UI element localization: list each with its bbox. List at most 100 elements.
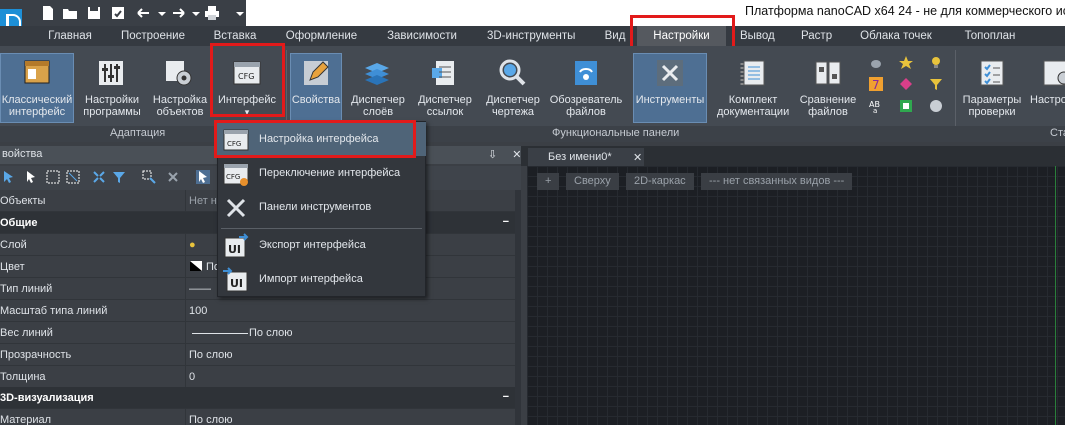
save-check-icon[interactable]: [110, 5, 126, 21]
file-compare-label[interactable]: Сравнение: [794, 94, 862, 106]
tab-point-clouds[interactable]: Облака точек: [858, 26, 934, 46]
property-row[interactable]: Вес линий По слою: [0, 322, 521, 344]
tab-topoplan[interactable]: Топоплан: [962, 26, 1018, 46]
check-params-label[interactable]: Параметры: [958, 94, 1026, 106]
close-tab-icon[interactable]: ✕: [633, 151, 642, 164]
property-value: Нет н: [189, 195, 217, 207]
drawing-manager-label[interactable]: Диспетчер: [481, 94, 545, 106]
svg-text:UI: UI: [228, 243, 241, 256]
program-settings-label[interactable]: Настройки: [78, 94, 146, 106]
color-swatch-icon: [190, 261, 202, 274]
property-value: 100: [189, 305, 208, 317]
save-icon[interactable]: [86, 5, 102, 21]
property-value: 0: [189, 371, 196, 383]
file-explorer-label[interactable]: Обозреватель: [548, 94, 624, 106]
layers-manager-label-2[interactable]: слоёв: [346, 106, 410, 118]
collapse-icon[interactable]: −: [503, 216, 509, 228]
dropdown-arrow-icon[interactable]: [188, 5, 200, 21]
check-params-icon: [977, 58, 1007, 88]
group-label-standards: Ста: [1050, 127, 1065, 139]
tab-construction[interactable]: Построение: [120, 26, 186, 46]
property-row[interactable]: Масштаб типа линий 100: [0, 300, 521, 322]
property-key: Слой: [0, 239, 27, 251]
property-value: По слою: [189, 414, 233, 425]
filter-icon[interactable]: [929, 77, 943, 91]
cursor-icon[interactable]: [24, 170, 38, 184]
object-settings-label[interactable]: Настройка: [150, 94, 210, 106]
classic-interface-icon: [22, 57, 52, 87]
object-settings-label-2[interactable]: объектов: [150, 106, 210, 118]
sphere-icon[interactable]: [929, 99, 943, 113]
documentation-set-label[interactable]: Комплект: [717, 94, 789, 106]
quick-select-icon[interactable]: [92, 170, 106, 184]
print-icon[interactable]: [204, 5, 220, 21]
tab-3d-tools[interactable]: 3D-инструменты: [487, 26, 575, 46]
svg-text:7: 7: [872, 78, 880, 91]
redo-icon[interactable]: [170, 5, 186, 21]
shapes-icon[interactable]: [899, 77, 913, 91]
tab-home[interactable]: Главная: [48, 26, 92, 46]
collapse-icon[interactable]: −: [503, 391, 509, 403]
drawing-manager-label-2[interactable]: чертежа: [481, 106, 545, 118]
property-category-3d[interactable]: 3D-визуализация −: [0, 387, 521, 409]
more-icon[interactable]: [232, 5, 244, 21]
tab-design[interactable]: Оформление: [285, 26, 358, 46]
tab-output[interactable]: Вывод: [740, 26, 775, 46]
drawing-canvas[interactable]: [527, 166, 1065, 425]
file-compare-label-2[interactable]: файлов: [794, 106, 862, 118]
tab-constraints[interactable]: Зависимости: [387, 26, 457, 46]
group-select-icon[interactable]: [142, 170, 156, 184]
svg-text:UI: UI: [230, 277, 243, 290]
highlight-interface-button: [210, 43, 285, 117]
undo-icon[interactable]: [136, 5, 152, 21]
star-icon[interactable]: [899, 55, 913, 69]
toggle-pickadd-icon[interactable]: [196, 170, 210, 184]
crossing-select-icon[interactable]: [66, 170, 80, 184]
filter-select-icon[interactable]: [112, 170, 126, 184]
new-file-icon[interactable]: [40, 5, 56, 21]
teapot-icon[interactable]: [869, 55, 883, 69]
property-row[interactable]: Толщина 0: [0, 366, 521, 388]
settings-icon: [1042, 58, 1065, 88]
font-ab-icon[interactable]: AB a: [869, 99, 883, 115]
view-top-button[interactable]: Сверху: [566, 173, 619, 190]
settings-label[interactable]: Настро: [1030, 94, 1065, 106]
properties-scrollbar[interactable]: [515, 190, 521, 425]
layers-manager-icon: [362, 58, 392, 88]
menu-item-toolbars[interactable]: Панели инструментов: [217, 190, 426, 224]
references-manager-label[interactable]: Диспетчер: [413, 94, 477, 106]
category-title: Общие: [0, 217, 38, 229]
property-row[interactable]: Прозрачность По слою: [0, 344, 521, 366]
viewport-menu-button[interactable]: +: [537, 173, 560, 190]
menu-item-export-interface[interactable]: UI Экспорт интерфейса: [217, 228, 426, 262]
font-7-icon[interactable]: 7: [869, 77, 883, 92]
file-compare-icon: [813, 58, 843, 88]
document-tab[interactable]: Без имени0*: [528, 148, 644, 166]
tab-raster[interactable]: Растр: [801, 26, 832, 46]
svg-text:a: a: [873, 107, 877, 113]
select-objects-icon[interactable]: [2, 170, 16, 184]
menu-item-label: Импорт интерфейса: [259, 273, 363, 285]
layers-manager-label[interactable]: Диспетчер: [346, 94, 410, 106]
frame-icon[interactable]: [899, 99, 913, 113]
check-params-label-2[interactable]: проверки: [958, 106, 1026, 118]
visual-style-button[interactable]: 2D-каркас: [626, 173, 694, 190]
open-folder-icon[interactable]: [62, 5, 78, 21]
menu-item-label: Экспорт интерфейса: [259, 239, 366, 251]
svg-text:CFG: CFG: [226, 173, 240, 181]
tab-view[interactable]: Вид: [604, 26, 626, 46]
references-manager-label-2[interactable]: ссылок: [413, 106, 477, 118]
group-label-adaptation: Адаптация: [110, 127, 166, 139]
program-settings-label-2[interactable]: программы: [78, 106, 146, 118]
bulb-icon[interactable]: [929, 55, 943, 69]
file-explorer-icon: [571, 58, 601, 88]
file-explorer-label-2[interactable]: файлов: [548, 106, 624, 118]
property-row[interactable]: Материал По слою: [0, 409, 521, 425]
menu-item-import-interface[interactable]: UI Импорт интерфейса: [217, 262, 426, 296]
window-select-icon[interactable]: [46, 170, 60, 184]
dropdown-arrow-icon[interactable]: [154, 5, 166, 21]
deselect-icon[interactable]: [166, 170, 180, 184]
linked-views-button[interactable]: --- нет связанных видов ---: [701, 173, 853, 190]
documentation-set-label-2[interactable]: документации: [717, 106, 789, 118]
menu-item-switch-interface[interactable]: CFG Переключение интерфейса: [217, 156, 426, 190]
